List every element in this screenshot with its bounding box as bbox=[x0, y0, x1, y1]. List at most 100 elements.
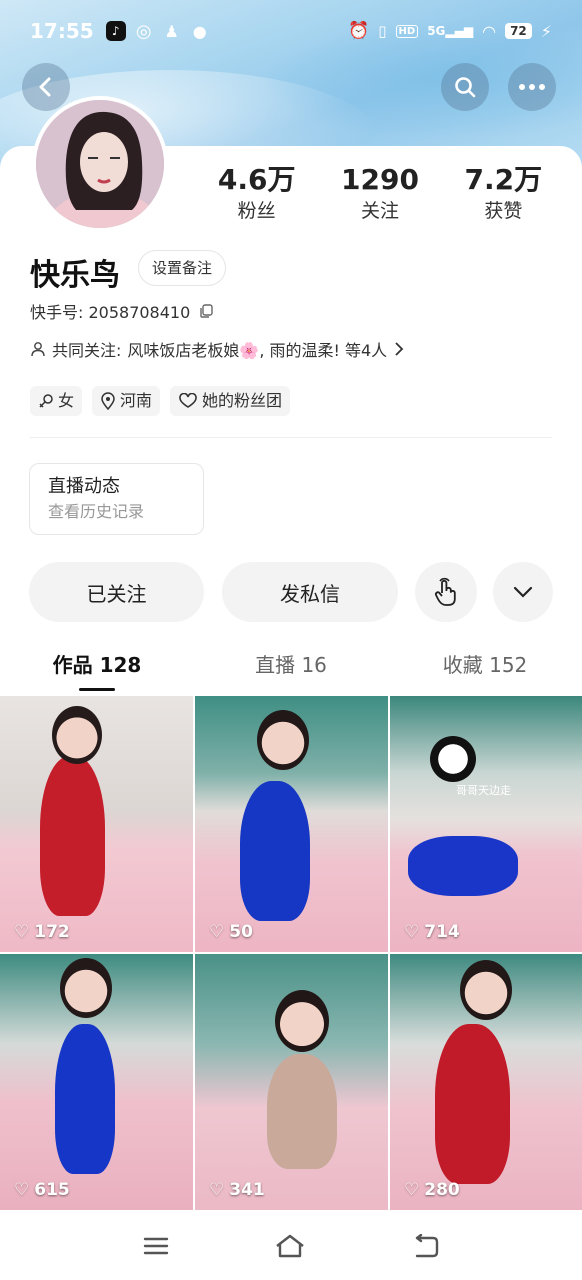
following-count: 1290 bbox=[341, 163, 419, 196]
tiktok-notification-icon: ♪ bbox=[105, 21, 126, 41]
video-likes: ♡ 714 bbox=[404, 922, 460, 942]
wechat-notification-icon: ◎ bbox=[135, 20, 152, 42]
qq-notification-icon: ♟ bbox=[164, 21, 179, 41]
charging-icon: ⚡ bbox=[540, 21, 552, 41]
divider bbox=[30, 437, 552, 438]
fan-club-label: 她的粉丝团 bbox=[202, 391, 283, 410]
profile-tags: 女 河南 她的粉丝团 bbox=[30, 386, 291, 416]
home-icon[interactable] bbox=[274, 1233, 306, 1259]
more-dots-icon bbox=[519, 84, 545, 90]
more-actions-button[interactable] bbox=[493, 562, 553, 622]
mutual-prefix: 共同关注: bbox=[52, 341, 122, 360]
video-figure bbox=[240, 781, 310, 921]
video-thumbnail[interactable]: ♡ 280 bbox=[390, 954, 582, 1210]
following-stat[interactable]: 1290 关注 bbox=[318, 162, 441, 224]
video-likes-count: 172 bbox=[34, 922, 70, 942]
video-figure bbox=[55, 1024, 115, 1174]
video-figure-head bbox=[60, 958, 112, 1018]
back-button[interactable] bbox=[22, 63, 70, 111]
chevron-down-icon bbox=[513, 586, 533, 598]
heart-icon: ♡ bbox=[14, 922, 30, 942]
heart-icon: ♡ bbox=[209, 1180, 225, 1200]
tab-favorites[interactable]: 收藏 152 bbox=[388, 646, 582, 684]
video-grid: ♡ 172 ♡ 50 哥哥天边走 ♡ 714 ♡ 615 ♡ 341 ♡ 280 bbox=[0, 696, 582, 1210]
avatar[interactable] bbox=[32, 96, 168, 232]
signal-label: 5G bbox=[427, 24, 446, 38]
heart-icon: ♡ bbox=[404, 1180, 420, 1200]
video-likes-count: 615 bbox=[34, 1180, 70, 1200]
heart-outline-icon bbox=[179, 393, 197, 408]
message-button[interactable]: 发私信 bbox=[222, 562, 398, 622]
video-thumbnail[interactable]: ♡ 341 bbox=[195, 954, 388, 1210]
likes-stat[interactable]: 7.2万 获赞 bbox=[442, 162, 565, 224]
female-icon bbox=[39, 394, 53, 408]
video-figure bbox=[40, 756, 105, 916]
content-tabs: 作品 128 直播 16 收藏 152 bbox=[0, 646, 582, 684]
video-thumbnail[interactable]: ♡ 615 bbox=[0, 954, 193, 1210]
mutual-names: 风味饭店老板娘🌸, 雨的温柔! 等4人 bbox=[127, 341, 388, 360]
set-remark-button[interactable]: 设置备注 bbox=[138, 250, 227, 286]
live-history-card[interactable]: 直播动态 查看历史记录 bbox=[29, 463, 204, 535]
hand-tap-icon bbox=[435, 577, 456, 606]
video-likes-count: 50 bbox=[229, 922, 253, 942]
tab-works[interactable]: 作品 128 bbox=[0, 646, 194, 684]
search-icon bbox=[455, 77, 476, 98]
video-figure-head bbox=[275, 990, 329, 1052]
status-bar: 17:55 ♪ ◎ ♟ ● ⏰ ▯ HD 5G▂▄▆ ◠ 72 ⚡ bbox=[0, 0, 582, 62]
panda-toy bbox=[430, 736, 476, 782]
likes-count: 7.2万 bbox=[464, 163, 543, 196]
video-likes: ♡ 50 bbox=[209, 922, 253, 942]
mutual-follow-row[interactable]: 共同关注: 风味饭店老板娘🌸, 雨的温柔! 等4人 bbox=[30, 337, 405, 361]
more-button[interactable] bbox=[508, 63, 556, 111]
video-figure bbox=[408, 836, 518, 896]
user-id: 快手号: 2058708410 bbox=[30, 303, 191, 322]
live-history-title: 直播动态 bbox=[48, 476, 120, 497]
followers-stat[interactable]: 4.6万 粉丝 bbox=[195, 162, 318, 224]
gender-label: 女 bbox=[58, 391, 75, 410]
hd-icon: HD bbox=[395, 24, 419, 38]
video-figure-head bbox=[52, 706, 102, 764]
wifi-icon: ◠ bbox=[482, 21, 497, 41]
tab-live[interactable]: 直播 16 bbox=[194, 646, 388, 684]
profile-name: 快乐鸟 bbox=[30, 258, 120, 293]
video-likes: ♡ 615 bbox=[14, 1180, 70, 1200]
location-label: 河南 bbox=[120, 391, 153, 410]
video-likes-count: 341 bbox=[229, 1180, 265, 1200]
message-notification-icon: ● bbox=[192, 21, 207, 41]
signal-icon: 5G▂▄▆ bbox=[427, 24, 474, 38]
followers-label: 粉丝 bbox=[237, 200, 276, 222]
followers-count: 4.6万 bbox=[217, 163, 296, 196]
video-figure bbox=[435, 1024, 510, 1184]
following-label: 关注 bbox=[360, 200, 399, 222]
video-thumbnail[interactable]: ♡ 50 bbox=[195, 696, 388, 952]
back-nav-icon[interactable] bbox=[411, 1234, 439, 1258]
location-tag: 河南 bbox=[92, 386, 161, 416]
search-button[interactable] bbox=[441, 63, 489, 111]
heart-icon: ♡ bbox=[404, 922, 420, 942]
profile-stats: 4.6万 粉丝 1290 关注 7.2万 获赞 bbox=[195, 162, 565, 224]
menu-icon[interactable] bbox=[143, 1236, 169, 1256]
location-icon bbox=[101, 392, 115, 410]
battery-icon: 72 bbox=[505, 23, 532, 39]
heart-icon: ♡ bbox=[14, 1180, 30, 1200]
followed-button[interactable]: 已关注 bbox=[29, 562, 204, 622]
video-thumbnail[interactable]: 哥哥天边走 ♡ 714 bbox=[390, 696, 582, 952]
status-time: 17:55 bbox=[30, 19, 94, 43]
video-figure bbox=[267, 1054, 337, 1169]
video-thumbnail[interactable]: ♡ 172 bbox=[0, 696, 193, 952]
video-likes: ♡ 280 bbox=[404, 1180, 460, 1200]
alarm-icon: ⏰ bbox=[348, 21, 370, 41]
vibrate-icon: ▯ bbox=[378, 22, 387, 40]
video-figure-head bbox=[257, 710, 309, 770]
fan-club-tag[interactable]: 她的粉丝团 bbox=[170, 386, 291, 416]
video-likes-count: 714 bbox=[424, 922, 460, 942]
heart-icon: ♡ bbox=[209, 922, 225, 942]
copy-icon[interactable] bbox=[198, 303, 214, 319]
video-likes: ♡ 172 bbox=[14, 922, 70, 942]
live-history-subtitle: 查看历史记录 bbox=[48, 502, 145, 521]
video-likes-count: 280 bbox=[424, 1180, 460, 1200]
video-figure-head bbox=[460, 960, 512, 1020]
active-tab-indicator bbox=[79, 688, 115, 691]
poke-button[interactable] bbox=[415, 562, 477, 622]
system-navigation-bar bbox=[0, 1212, 582, 1280]
